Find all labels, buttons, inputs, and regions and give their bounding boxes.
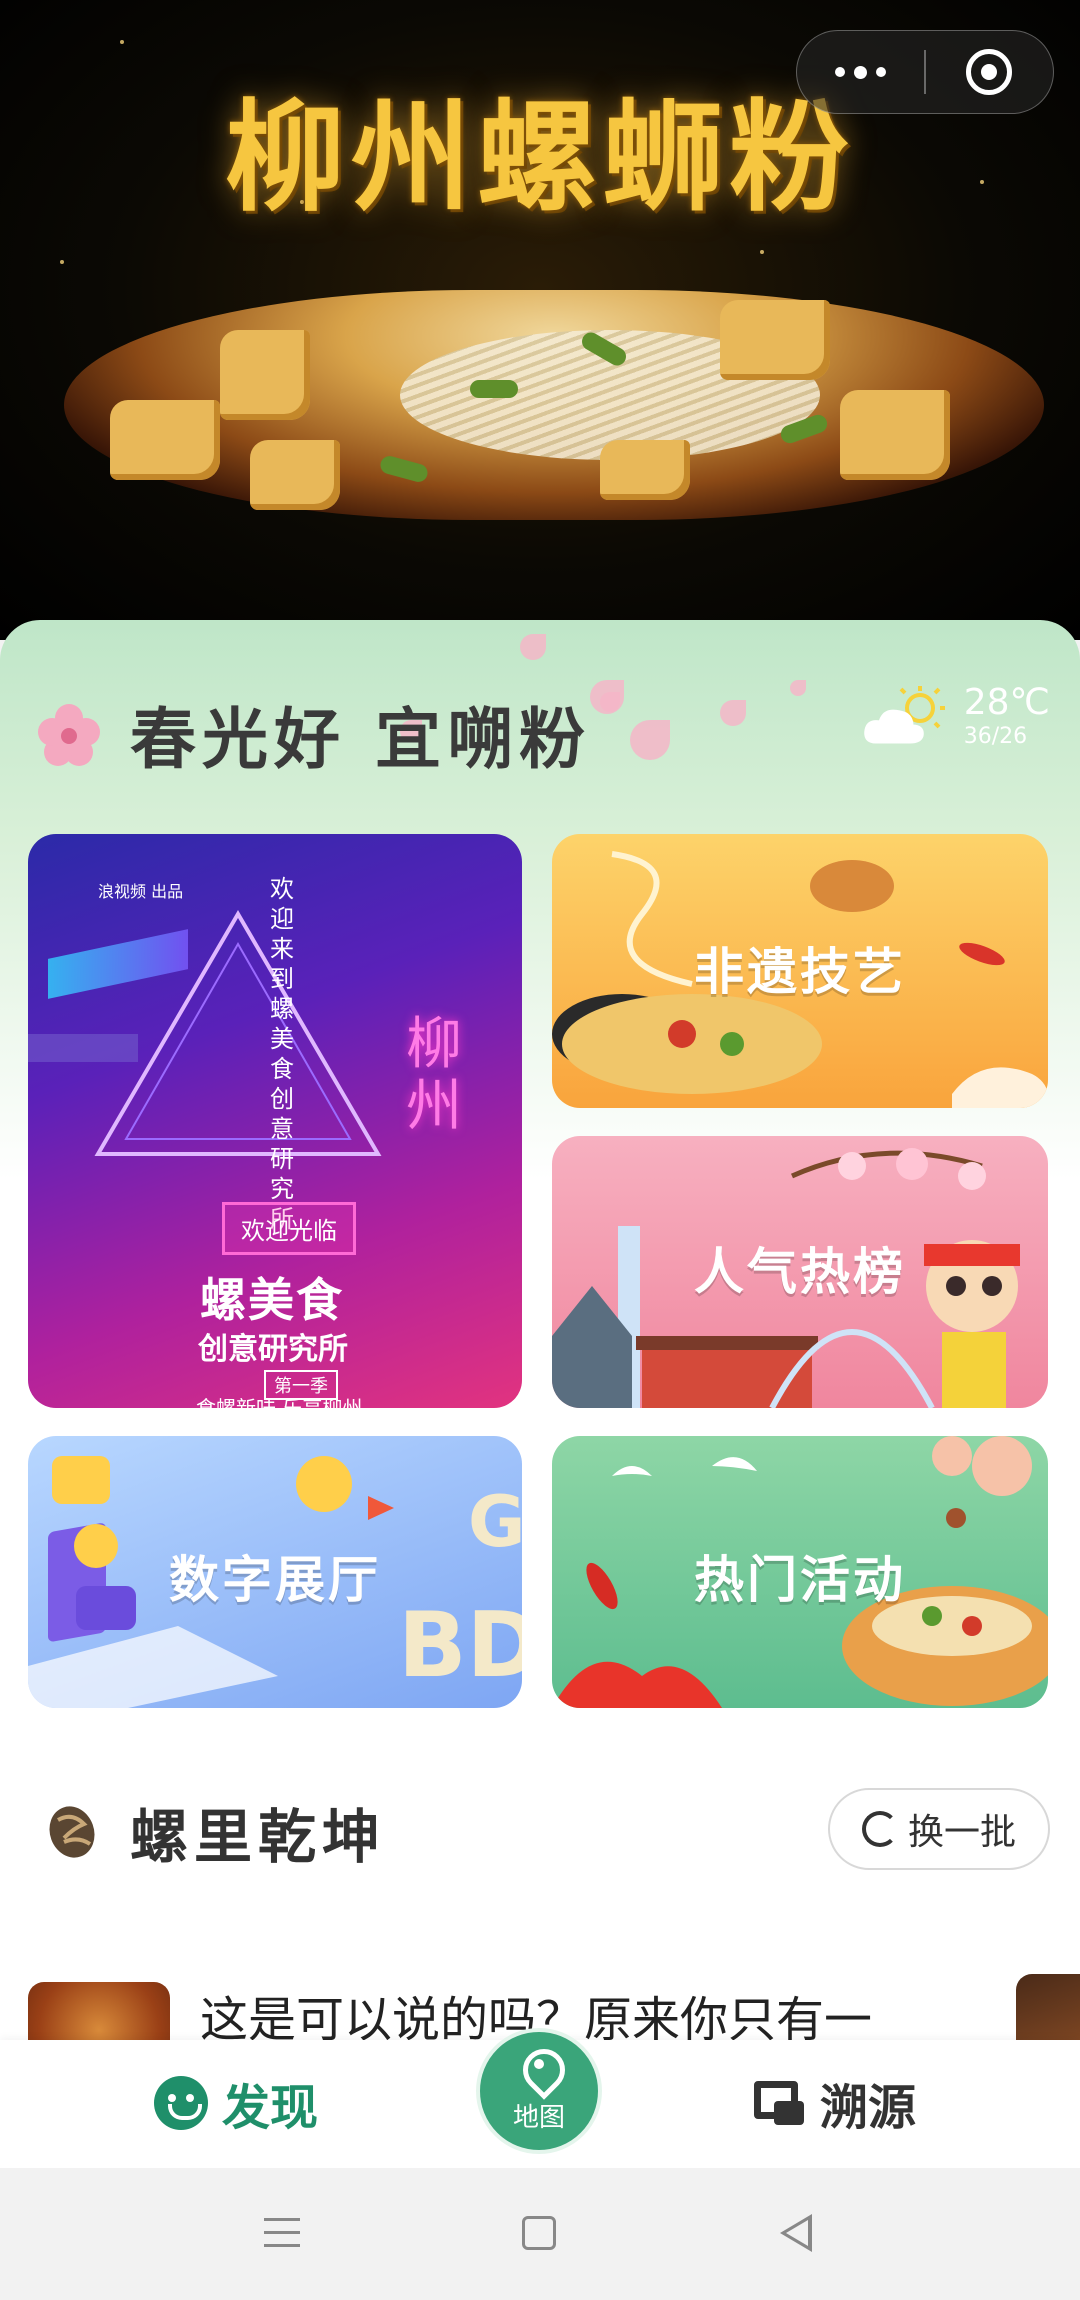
banner-title: 螺美食 — [200, 1273, 344, 1327]
main-content: 春光好 宜嗍粉 28℃ 36/26 浪视频 出品 欢迎来到螺美食创意研究所 柳州… — [0, 620, 1080, 2040]
weather-temperature: 28℃ — [963, 682, 1050, 723]
refresh-batch-button[interactable]: 换一批 — [828, 1788, 1050, 1870]
tile-popular-ranking-label: 人气热榜 — [694, 1243, 906, 1301]
flower-icon — [38, 704, 100, 766]
map-button-label: 地图 — [512, 2102, 565, 2133]
tile-hot-events[interactable]: 热门活动 — [552, 1436, 1048, 1708]
back-triangle-icon[interactable] — [780, 2214, 812, 2252]
tile-heritage-craft-label: 非遗技艺 — [694, 943, 906, 1001]
banner-city: 柳州 — [406, 1012, 462, 1139]
news-thumbnail[interactable] — [28, 1982, 170, 2040]
miniprogram-capsule — [796, 30, 1054, 114]
tile-digital-hall[interactable]: G BD 数字展厅 — [28, 1436, 522, 1708]
more-dots-icon[interactable] — [797, 31, 924, 113]
banner-subtitle: 创意研究所 — [198, 1332, 348, 1367]
tile-popular-ranking[interactable]: 人气热榜 — [552, 1136, 1048, 1408]
tile-heritage-craft[interactable]: 非遗技艺 — [552, 834, 1048, 1108]
hero-banner: 柳州螺蛳粉 — [0, 0, 1080, 640]
greeting-title: 春光好 宜嗍粉 — [130, 701, 591, 778]
menu-icon[interactable] — [264, 2218, 300, 2248]
trace-source-icon — [752, 2077, 806, 2129]
map-button[interactable]: 地图 — [476, 2028, 602, 2154]
banner-source: 浪视频 出品 — [98, 882, 184, 901]
refresh-icon — [861, 1811, 898, 1847]
weather-widget: 28℃ 36/26 — [858, 682, 1050, 752]
discover-smile-icon — [154, 2076, 208, 2130]
tab-discover[interactable]: 发现 — [154, 2068, 318, 2138]
tab-discover-label: 发现 — [222, 2080, 319, 2136]
target-close-icon[interactable] — [926, 31, 1053, 113]
tab-trace-label: 溯源 — [820, 2080, 917, 2136]
refresh-batch-label: 换一批 — [907, 1812, 1016, 1853]
weather-range: 36/26 — [963, 724, 1028, 749]
tab-trace[interactable]: 溯源 — [752, 2068, 916, 2138]
banner-vertical-text: 欢迎来到螺美食创意研究所 — [270, 875, 294, 1233]
partly-cloudy-icon — [863, 686, 945, 744]
tile-creative-institute[interactable]: 浪视频 出品 欢迎来到螺美食创意研究所 柳州 欢迎光临 螺美食 创意研究所 第一… — [28, 834, 522, 1408]
tile-digital-hall-label: 数字展厅 — [169, 1551, 381, 1609]
banner-slogan: 食螺新味 乐享柳州 — [196, 1396, 363, 1408]
section-title: 螺里乾坤 — [130, 1803, 387, 1871]
snail-icon — [49, 1806, 95, 1858]
tile-hot-events-label: 热门活动 — [694, 1551, 906, 1609]
home-square-icon[interactable] — [522, 2216, 556, 2250]
news-thumbnail-next[interactable] — [1016, 1974, 1080, 2040]
system-navigation-bar — [0, 2168, 1080, 2300]
map-pin-icon — [519, 2049, 559, 2093]
banner-welcome-sign: 欢迎光临 — [222, 1202, 356, 1255]
